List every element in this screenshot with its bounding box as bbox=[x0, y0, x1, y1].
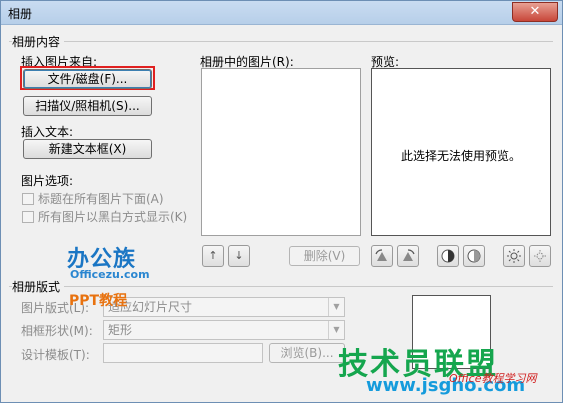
contrast-increase-button[interactable] bbox=[437, 245, 459, 267]
arrow-down-icon: ↓ bbox=[234, 249, 244, 262]
album-content-group-label: 相册内容 bbox=[12, 33, 65, 50]
rotate-left-button[interactable] bbox=[371, 245, 393, 267]
move-down-button[interactable]: ↓ bbox=[228, 245, 250, 267]
remove-button[interactable]: 删除(V) bbox=[289, 246, 360, 266]
caption-below-label: 标题在所有图片下面(A) bbox=[38, 192, 164, 206]
insert-text-label: 插入文本: bbox=[21, 125, 74, 139]
contrast-decrease-button[interactable] bbox=[463, 245, 485, 267]
brand-watermark-domain: Officezu.com bbox=[70, 268, 150, 281]
checkbox-box bbox=[22, 193, 34, 205]
browse-button[interactable]: 浏览(B)... bbox=[269, 343, 345, 363]
rotate-right-icon bbox=[403, 249, 415, 261]
frame-shape-value: 矩形 bbox=[108, 323, 133, 337]
album-dialog: 相册 ✕ 相册内容 插入图片来自: 文件/磁盘(F)... 扫描仪/照相机(S)… bbox=[0, 0, 563, 403]
frame-shape-select[interactable]: 矩形 ▼ bbox=[103, 320, 345, 340]
chevron-down-icon: ▼ bbox=[328, 298, 344, 316]
office-tutorial-watermark: Office教程学习网 bbox=[449, 372, 537, 385]
brand-watermark: 办公族 Officezu.com bbox=[64, 241, 159, 289]
new-textbox-button[interactable]: 新建文本框(X) bbox=[23, 139, 152, 159]
black-white-checkbox[interactable]: 所有图片以黑白方式显示(K) bbox=[22, 208, 187, 225]
picture-options-label: 图片选项: bbox=[21, 174, 74, 188]
window-title: 相册 bbox=[8, 7, 33, 21]
black-white-label: 所有图片以黑白方式显示(K) bbox=[38, 210, 188, 224]
title-bar: 相册 ✕ bbox=[1, 1, 562, 25]
close-icon: ✕ bbox=[529, 4, 541, 19]
contrast-decrease-icon bbox=[467, 249, 481, 263]
frame-shape-label: 相框形状(M): bbox=[21, 324, 93, 338]
checkbox-box bbox=[22, 211, 34, 223]
rotate-right-button[interactable] bbox=[397, 245, 419, 267]
caption-below-checkbox[interactable]: 标题在所有图片下面(A) bbox=[22, 190, 164, 207]
rotate-left-icon bbox=[375, 249, 387, 261]
picture-layout-select[interactable]: 适应幻灯片尺寸 ▼ bbox=[103, 297, 345, 317]
brightness-decrease-button[interactable] bbox=[529, 245, 551, 267]
close-button[interactable]: ✕ bbox=[512, 2, 558, 22]
preview-pane: 此选择无法使用预览。 bbox=[371, 68, 551, 236]
file-disk-button[interactable]: 文件/磁盘(F)... bbox=[23, 69, 152, 89]
brightness-increase-button[interactable] bbox=[503, 245, 525, 267]
ppt-tutorial-watermark: PPT教程 bbox=[69, 293, 128, 309]
arrow-up-icon: ↑ bbox=[208, 249, 218, 262]
album-layout-group-label: 相册版式 bbox=[12, 278, 65, 295]
theme-label: 设计模板(T): bbox=[21, 348, 90, 362]
contrast-increase-icon bbox=[441, 249, 455, 263]
preview-message: 此选择无法使用预览。 bbox=[400, 149, 521, 163]
chevron-down-icon: ▼ bbox=[328, 321, 344, 339]
theme-input[interactable] bbox=[103, 343, 263, 363]
brightness-increase-icon bbox=[507, 249, 521, 263]
scanner-camera-button[interactable]: 扫描仪/照相机(S)... bbox=[23, 96, 152, 116]
brightness-decrease-icon bbox=[534, 250, 546, 262]
move-up-button[interactable]: ↑ bbox=[202, 245, 224, 267]
pictures-listbox[interactable] bbox=[201, 68, 361, 236]
